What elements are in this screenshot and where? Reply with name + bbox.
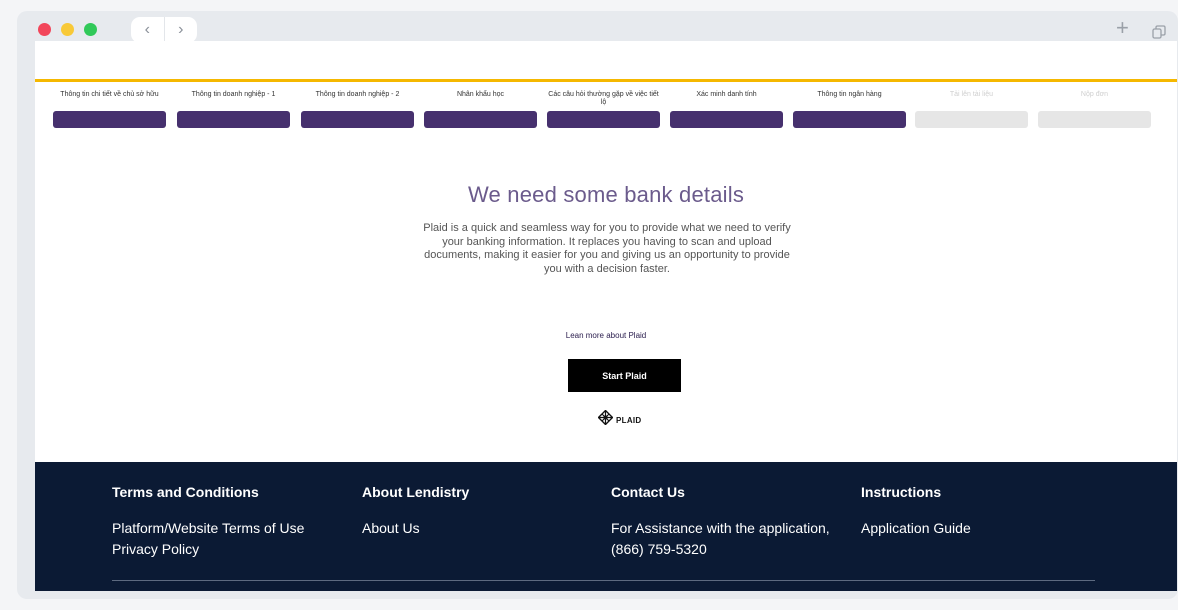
footer-divider [112,580,1095,581]
plaid-logo-icon [597,409,614,430]
chevron-left-icon[interactable]: ‹ [131,17,164,43]
terms-of-use-link[interactable]: Platform/Website Terms of Use [112,518,304,539]
step-owner-details: Thông tin chi tiết về chủ sở hữu [53,91,166,128]
step-label: Nộp đơn [1080,91,1109,98]
header-accent-line [35,79,1177,82]
step-business-info-2: Thông tin doanh nghiệp - 2 [301,91,414,128]
footer-terms-column: Terms and Conditions Platform/Website Te… [112,484,304,560]
step-bar[interactable] [915,111,1028,128]
footer-heading: Instructions [861,484,942,500]
application-guide-link[interactable]: Application Guide [861,518,971,539]
step-demographics: Nhân khẩu học [424,91,537,128]
page-title: We need some bank details [467,182,745,207]
minimize-window-button[interactable] [61,23,74,36]
assistance-text: For Assistance with the application, [611,520,830,536]
step-bar[interactable] [547,111,660,128]
footer-heading: Contact Us [611,484,685,500]
plus-icon[interactable]: + [1116,17,1129,39]
step-label: Xác minh danh tính [696,91,757,98]
step-bar[interactable] [53,111,166,128]
step-bar[interactable] [177,111,290,128]
history-nav: ‹ › [131,17,197,43]
footer-heading: About Lendistry [362,484,470,500]
start-plaid-button[interactable]: Start Plaid [568,359,681,392]
step-identity-verification: Xác minh danh tính [670,91,783,128]
page-content: Thông tin chi tiết về chủ sở hữu Thông t… [35,41,1177,591]
step-submit-application: Nộp đơn [1038,91,1151,128]
plaid-logo-text: PLAID [616,415,642,425]
step-bank-info: Thông tin ngân hàng [793,91,906,128]
about-us-link[interactable]: About Us [362,518,469,539]
browser-window: ‹ › + Thông tin chi tiết về chủ sở hữu T… [17,11,1178,599]
step-label: Thông tin chi tiết về chủ sở hữu [60,91,159,98]
step-label: Nhân khẩu học [456,91,505,98]
step-upload-documents: Tải lên tài liệu [915,91,1028,128]
step-bar[interactable] [424,111,537,128]
footer-heading: Terms and Conditions [112,484,259,500]
maximize-window-button[interactable] [84,23,97,36]
chevron-right-icon[interactable]: › [163,17,198,43]
phone-link[interactable]: (866) 759-5320 [611,539,830,560]
close-window-button[interactable] [38,23,51,36]
plaid-description: Plaid is a quick and seamless way for yo… [423,222,791,275]
step-bar[interactable] [1038,111,1151,128]
step-label: Các câu hỏi thường gặp về việc tiết lộ [548,91,659,106]
step-label: Thông tin ngân hàng [817,91,882,98]
step-disclosure-faq: Các câu hỏi thường gặp về việc tiết lộ [547,91,660,128]
site-footer: Terms and Conditions Platform/Website Te… [35,462,1177,591]
footer-about-column: About Lendistry About Us [362,484,469,539]
step-label: Thông tin doanh nghiệp - 2 [315,91,400,98]
copy-icon[interactable] [1152,21,1166,39]
footer-instructions-column: Instructions Application Guide [861,484,971,539]
footer-contact-column: Contact Us For Assistance with the appli… [611,484,830,560]
step-business-info-1: Thông tin doanh nghiệp - 1 [177,91,290,128]
step-bar[interactable] [793,111,906,128]
plaid-logo: PLAID [597,409,642,430]
step-bar[interactable] [670,111,783,128]
step-label: Tải lên tài liệu [949,91,994,98]
step-label: Thông tin doanh nghiệp - 1 [191,91,276,98]
learn-more-link[interactable]: Lean more about Plaid [35,331,1177,340]
step-bar[interactable] [301,111,414,128]
privacy-policy-link[interactable]: Privacy Policy [112,539,304,560]
